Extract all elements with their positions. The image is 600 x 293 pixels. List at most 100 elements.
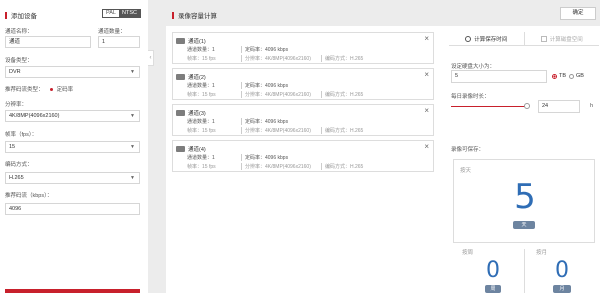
channel-count: 通道数量：1 (187, 47, 215, 53)
resolution-value: 4K/8MP(4096x2160) (9, 113, 60, 119)
result-divider (524, 249, 525, 293)
close-icon[interactable]: × (424, 106, 429, 115)
channel-fps: 帧率：15 fps (187, 56, 216, 62)
tab-save-time-label: 计算保存时间 (474, 36, 508, 43)
result-label: 录像可保存： (451, 147, 485, 153)
daily-hours-input[interactable]: 24 (538, 100, 580, 113)
days-result-box: 按天 5 天 (453, 159, 595, 243)
channel-codec: 编码方式：H.265 (325, 92, 364, 98)
title-accent (172, 11, 174, 19)
bitrate-type-label: 推荐码流类型： (5, 87, 44, 93)
channel-count-label: 通道数量： (98, 29, 126, 35)
separator (321, 127, 322, 134)
channel-resolution: 分辨率：4K/8MP(4096x2160) (245, 92, 311, 98)
camera-icon (176, 110, 185, 116)
video-standard-toggle[interactable]: PAL NTSC (102, 9, 141, 18)
channel-name-text: 通道(3) (188, 111, 206, 117)
resolution-label: 分辨率： (5, 102, 28, 108)
channel-bitrate: 定码率：4096 kbps (245, 155, 289, 161)
channel-count: 通道数量：1 (187, 119, 215, 125)
weeks-value: 0 (486, 258, 500, 283)
channel-card[interactable]: 通道(1) × 通道数量：1 定码率：4096 kbps 帧率：15 fps 分辨率：4K… (172, 32, 434, 64)
channel-count-input[interactable]: 1 (98, 36, 140, 48)
channel-name: 通道(4) (176, 145, 206, 153)
confirm-button[interactable]: 确定 (560, 7, 596, 20)
separator (241, 82, 242, 89)
days-value: 5 (514, 177, 536, 217)
channel-name-label: 通道名称： (5, 29, 33, 35)
channel-resolution: 分辨率：4K/8MP(4096x2160) (245, 164, 311, 170)
channel-name-text: 通道(1) (188, 39, 206, 45)
app-root: 添加设备 PAL NTSC 通道名称： 通道 通道数量： 1 设备类型： DVR… (0, 0, 600, 293)
by-week-label: 按周 (462, 250, 474, 256)
fps-label: 帧率（fps）： (5, 132, 38, 138)
device-type-label: 设备类型： (5, 58, 33, 64)
codec-select[interactable]: H.265 ▼ (5, 172, 140, 184)
device-type-value: DVR (9, 69, 21, 75)
codec-label: 编码方式： (5, 162, 33, 168)
channel-name: 通道(2) (176, 73, 206, 81)
bitrate-type-row: 推荐码流类型： 定码率 (5, 85, 73, 93)
close-icon[interactable]: × (424, 70, 429, 79)
months-unit-badge: 月 (553, 285, 571, 293)
channel-count: 通道数量：1 (187, 83, 215, 89)
camera-icon (176, 74, 185, 80)
separator (241, 163, 242, 170)
rec-bitrate-input[interactable]: 4096 (5, 203, 140, 215)
channel-name-input[interactable]: 通道 (5, 36, 91, 48)
disk-size-input[interactable]: 5 (451, 70, 547, 83)
channel-card[interactable]: 通道(3) × 通道数量：1 定码率：4096 kbps 帧率：15 fps 分辨率：4K… (172, 104, 434, 136)
separator (321, 91, 322, 98)
weeks-unit-badge: 周 (485, 285, 501, 293)
cbr-option-label[interactable]: 定码率 (57, 87, 74, 93)
daily-hours-slider-handle[interactable] (524, 103, 530, 109)
close-icon[interactable]: × (424, 142, 429, 151)
channel-codec: 编码方式：H.265 (325, 164, 364, 170)
tb-radio[interactable] (552, 73, 557, 79)
separator (241, 118, 242, 125)
close-icon[interactable]: × (424, 34, 429, 43)
tab-save-time[interactable]: 计算保存时间 (449, 32, 524, 45)
channel-bitrate: 定码率：4096 kbps (245, 83, 289, 89)
separator (241, 91, 242, 98)
clock-icon (465, 35, 472, 42)
gb-radio[interactable] (569, 73, 575, 79)
channel-name-text: 通道(4) (188, 147, 206, 153)
add-button-edge[interactable] (5, 289, 140, 293)
daily-hours-slider[interactable] (451, 106, 527, 107)
camera-icon (176, 146, 185, 152)
fps-value: 15 (9, 144, 16, 150)
add-device-title: 添加设备 (11, 13, 37, 20)
channel-resolution: 分辨率：4K/8MP(4096x2160) (245, 128, 311, 134)
pal-option[interactable]: PAL (103, 10, 119, 17)
channel-resolution: 分辨率：4K/8MP(4096x2160) (245, 56, 311, 62)
tab-disk-space[interactable]: 计算磁盘空间 (523, 32, 600, 45)
separator (321, 163, 322, 170)
channel-codec: 编码方式：H.265 (325, 128, 364, 134)
resolution-select[interactable]: 4K/8MP(4096x2160) ▼ (5, 110, 140, 122)
collapse-panel-handle[interactable]: ‹ (148, 50, 154, 66)
ntsc-option[interactable]: NTSC (119, 10, 140, 17)
tb-label: TB (559, 73, 567, 79)
channel-count: 通道数量：1 (187, 155, 215, 161)
calc-tabs: 计算保存时间 计算磁盘空间 (449, 32, 599, 46)
codec-value: H.265 (9, 175, 24, 181)
daily-hours-unit: h (590, 103, 594, 109)
chevron-down-icon: ▼ (130, 144, 135, 150)
title-accent (5, 11, 7, 19)
separator (241, 55, 242, 62)
rec-bitrate-label: 推荐码流（kbps）： (5, 193, 53, 199)
device-type-select[interactable]: DVR ▼ (5, 66, 140, 78)
separator (241, 46, 242, 53)
chevron-down-icon: ▼ (130, 175, 135, 181)
channel-fps: 帧率：15 fps (187, 164, 216, 170)
chevron-down-icon: ▼ (130, 69, 135, 75)
tab-disk-space-label: 计算磁盘空间 (549, 36, 583, 43)
radio-selected-icon[interactable] (50, 88, 54, 92)
add-device-panel: 添加设备 PAL NTSC 通道名称： 通道 通道数量： 1 设备类型： DVR… (0, 0, 148, 293)
channel-card[interactable]: 通道(2) × 通道数量：1 定码率：4096 kbps 帧率：15 fps 分辨率：4K… (172, 68, 434, 100)
fps-select[interactable]: 15 ▼ (5, 141, 140, 153)
daily-hours-label: 每日录像时长： (451, 94, 490, 100)
channel-card[interactable]: 通道(4) × 通道数量：1 定码率：4096 kbps 帧率：15 fps 分辨率：4K… (172, 140, 434, 172)
main-area: 录像容量计算 确定 通道(1) × 通道数量：1 定码率：4096 kbps 帧率：15… (160, 0, 600, 293)
